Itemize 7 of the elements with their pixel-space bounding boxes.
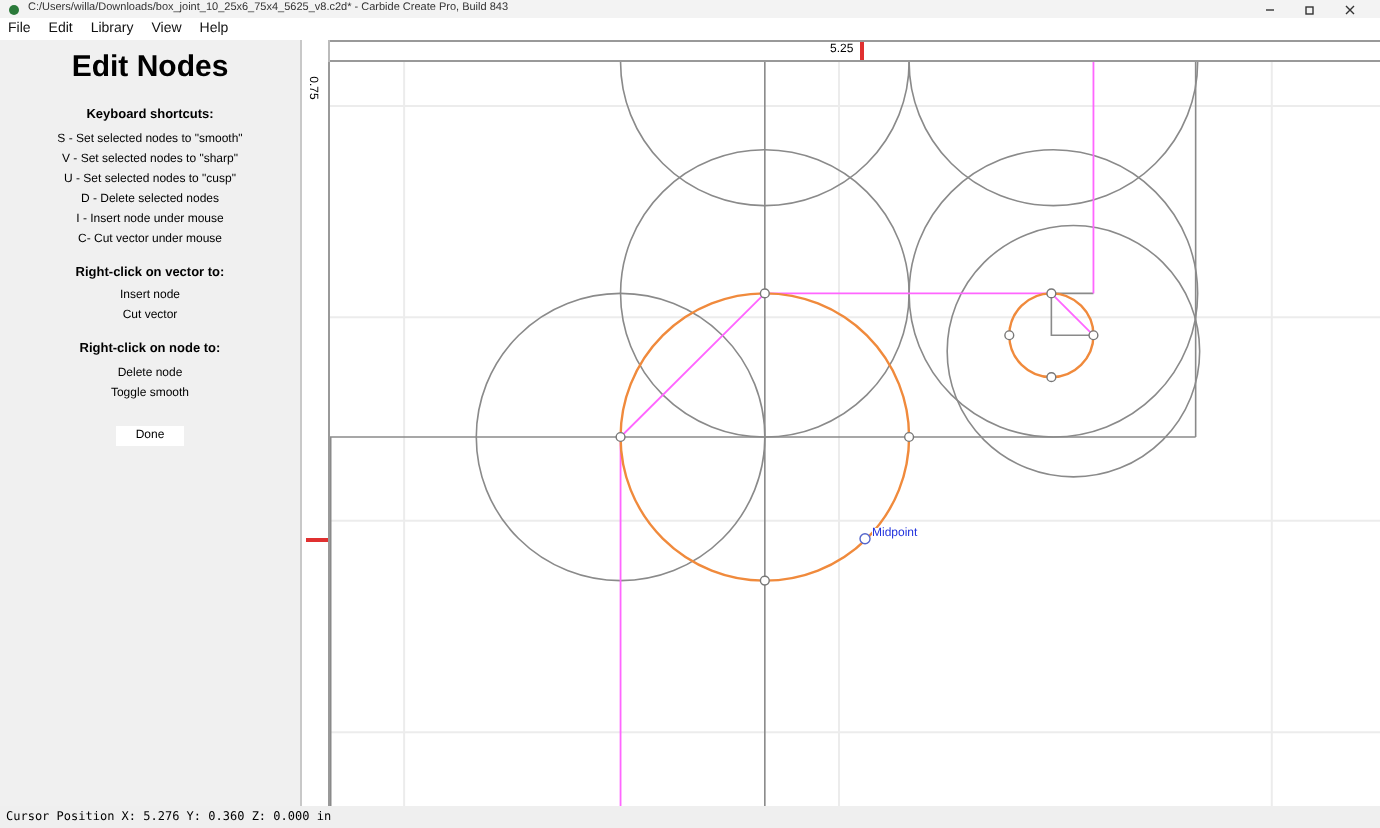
restore-icon[interactable] <box>1304 3 1316 15</box>
ruler-cursor-marker <box>860 42 863 60</box>
close-icon[interactable] <box>1344 3 1356 15</box>
app-icon <box>8 3 20 15</box>
panel-title: Edit Nodes <box>71 52 229 82</box>
minimize-icon[interactable] <box>1264 3 1276 15</box>
ruler-cursor-marker <box>306 538 328 541</box>
